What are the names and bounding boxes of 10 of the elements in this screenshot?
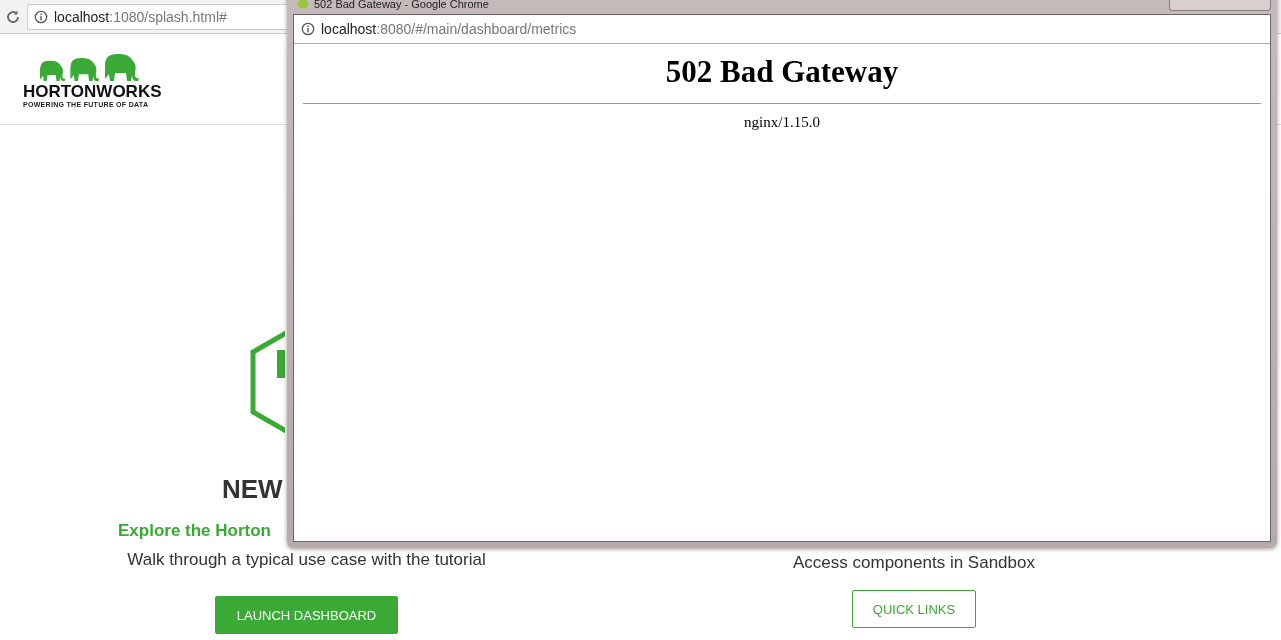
error-heading: 502 Bad Gateway (664, 54, 900, 90)
window-title: 502 Bad Gateway - Google Chrome (314, 0, 489, 10)
description-text: Walk through a typical use case with the tutorial (127, 550, 486, 570)
server-version: nginx/1.15.0 (743, 114, 821, 131)
description-text: Access components in Sandbox (793, 553, 1035, 573)
logo-text: HORTONWORKS (23, 82, 162, 101)
url-text: localhost:8080/#/main/dashboard/metrics (321, 21, 577, 37)
section-subheading: Explore the Horton (118, 521, 271, 541)
url-text: localhost:1080/splash.html# (54, 8, 227, 25)
section-heading: NEW (222, 474, 283, 505)
